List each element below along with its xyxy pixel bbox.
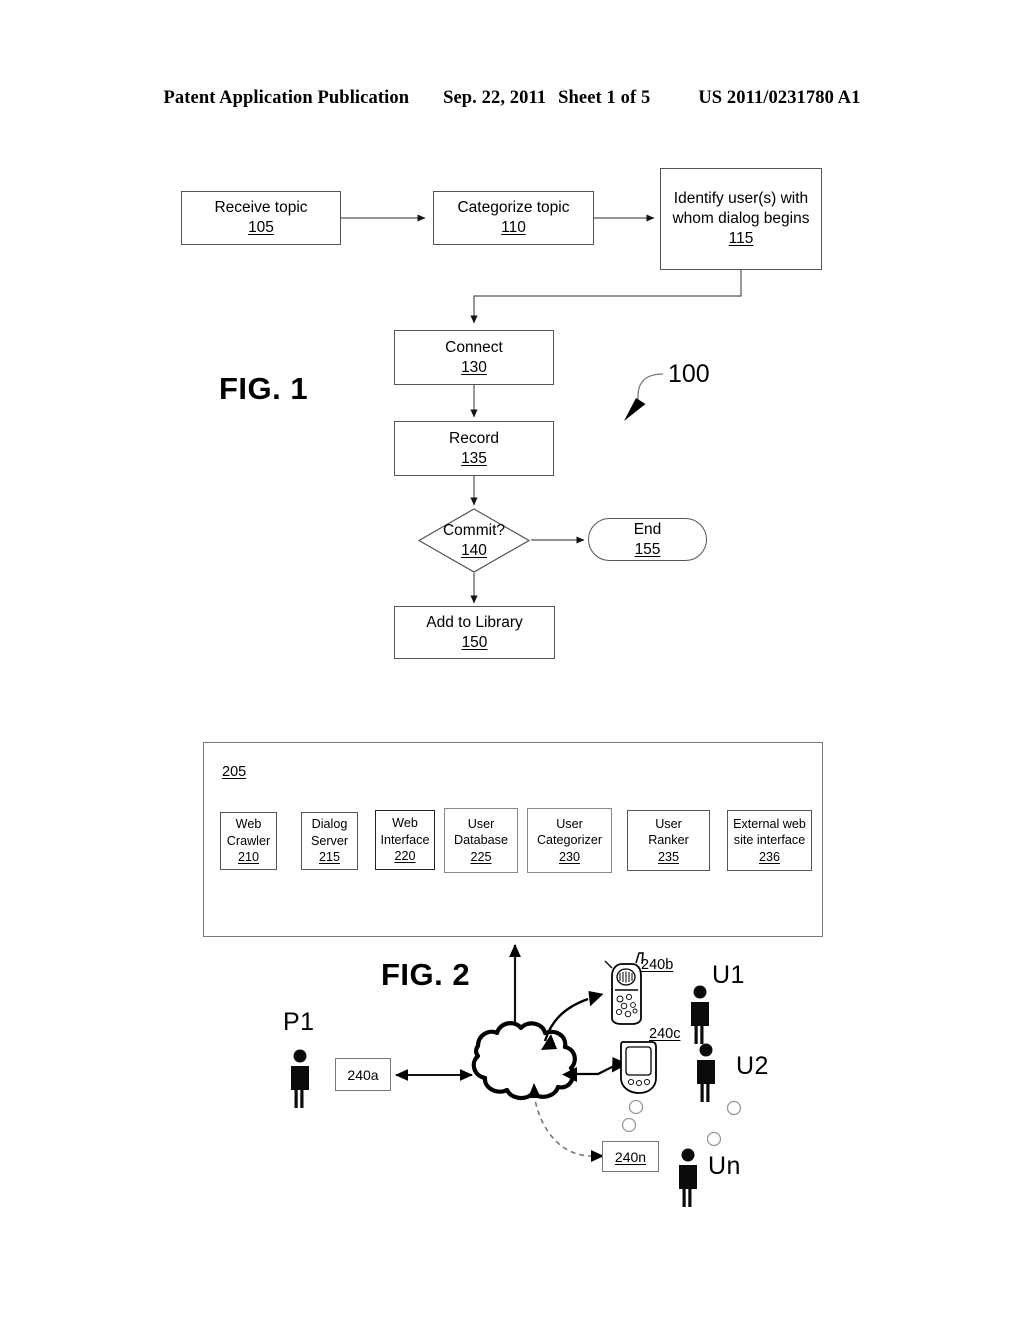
terminal-label: 240a [347, 1066, 379, 1083]
flow-node-label: Identify user(s) with whom dialog begins [672, 190, 810, 228]
flow-node-record[interactable]: Record 135 [394, 421, 554, 476]
flow-node-connect[interactable]: Connect 130 [394, 330, 554, 385]
flow-node-label: Connect [445, 338, 503, 356]
module-dialog-server[interactable]: Dialog Server 215 [301, 812, 358, 870]
flow-node-add-to-library[interactable]: Add to Library 150 [394, 606, 555, 659]
terminal-240n[interactable]: 240n [602, 1141, 659, 1172]
header-patent-number: US 2011/0231780 A1 [698, 88, 861, 108]
figure2-caption: FIG. 2 [381, 957, 471, 992]
flow-node-end[interactable]: End 155 [588, 518, 707, 561]
flow-node-categorize-topic[interactable]: Categorize topic 110 [433, 191, 594, 245]
module-ref: 225 [470, 849, 492, 864]
flow-node-commit[interactable]: Commit? 140 [417, 508, 531, 573]
module-external-site-interface[interactable]: External web site interface 236 [727, 810, 812, 871]
person-icon-u2 [697, 1043, 715, 1102]
flow-node-ref: 110 [501, 219, 526, 236]
flow-node-label: Commit? [442, 521, 505, 539]
actor-label-un: Un [708, 1152, 741, 1180]
terminal-label: 240n [614, 1148, 647, 1165]
system-ref-label: 205 [222, 764, 247, 780]
module-web-interface[interactable]: Web Interface 220 [375, 810, 435, 870]
flow-node-label: Record [449, 429, 499, 447]
module-ref: 230 [558, 849, 580, 864]
module-label-line2: Crawler [226, 833, 271, 848]
flow-node-ref: 150 [461, 633, 488, 651]
flow-node-label: Categorize topic [457, 199, 570, 217]
flow-node-ref: 130 [461, 358, 487, 376]
page-header: Patent Application Publication Sep. 22, 2… [0, 88, 1024, 109]
pda-icon [620, 1041, 657, 1094]
module-label-line2: Ranker [648, 833, 689, 848]
flow-node-label: End [633, 520, 662, 538]
header-date: Sep. 22, 2011 [443, 88, 547, 108]
actor-label-u2: U2 [736, 1052, 769, 1080]
module-label-line1: User [556, 816, 583, 831]
flow-node-ref: 135 [461, 449, 487, 467]
header-publication: Patent Application Publication [163, 88, 410, 108]
device-label-240c: 240c [649, 1026, 681, 1042]
module-label-line2: Database [454, 833, 508, 848]
module-label-line2: Interface [380, 832, 430, 847]
module-label-line1: Dialog [311, 817, 348, 832]
module-web-crawler[interactable]: Web Crawler 210 [220, 812, 277, 870]
module-label-line1: Web [235, 817, 262, 832]
actor-label-u1: U1 [712, 961, 745, 989]
header-sheet: Sheet 1 of 5 [558, 88, 651, 108]
module-label-line1: External web [733, 816, 806, 831]
device-label-240b: 240b [641, 957, 674, 973]
figure1-caption: FIG. 1 [219, 371, 309, 406]
module-label-line1: User [655, 816, 682, 831]
cloud-icon [471, 1021, 577, 1101]
module-label-line2: Server [310, 833, 349, 848]
person-icon-un [679, 1148, 697, 1207]
module-ref: 215 [318, 850, 340, 865]
actor-label-p1: P1 [283, 1008, 315, 1036]
flow-node-receive-topic[interactable]: Receive topic 105 [181, 191, 341, 245]
module-ref: 236 [758, 849, 780, 864]
module-ref: 235 [657, 849, 679, 864]
module-user-database[interactable]: User Database 225 [444, 808, 518, 873]
module-user-ranker[interactable]: User Ranker 235 [627, 810, 710, 871]
module-user-categorizer[interactable]: User Categorizer 230 [527, 808, 612, 873]
flow-node-ref: 140 [461, 541, 487, 559]
flow-node-ref: 115 [728, 229, 754, 247]
module-label-line2: site interface [733, 833, 806, 848]
module-ref: 210 [237, 850, 259, 865]
terminal-240a[interactable]: 240a [335, 1058, 391, 1091]
module-label-line2: Categorizer [536, 833, 603, 848]
figure1-diagram-ref: 100 [668, 360, 710, 388]
person-icon-u1 [691, 985, 709, 1044]
module-label-line1: User [467, 816, 495, 831]
flow-node-ref: 105 [248, 219, 274, 236]
flow-node-identify-users[interactable]: Identify user(s) with whom dialog begins… [660, 168, 822, 270]
person-icon-p1 [290, 1049, 309, 1108]
flow-node-label: Add to Library [426, 613, 523, 631]
cellphone-icon [604, 952, 644, 1025]
module-ref: 220 [394, 849, 416, 864]
flow-node-label: Receive topic [214, 199, 308, 217]
module-label-line1: Web [392, 816, 418, 831]
ellipsis-dot-icon [621, 1099, 742, 1147]
flow-node-ref: 155 [634, 540, 661, 558]
